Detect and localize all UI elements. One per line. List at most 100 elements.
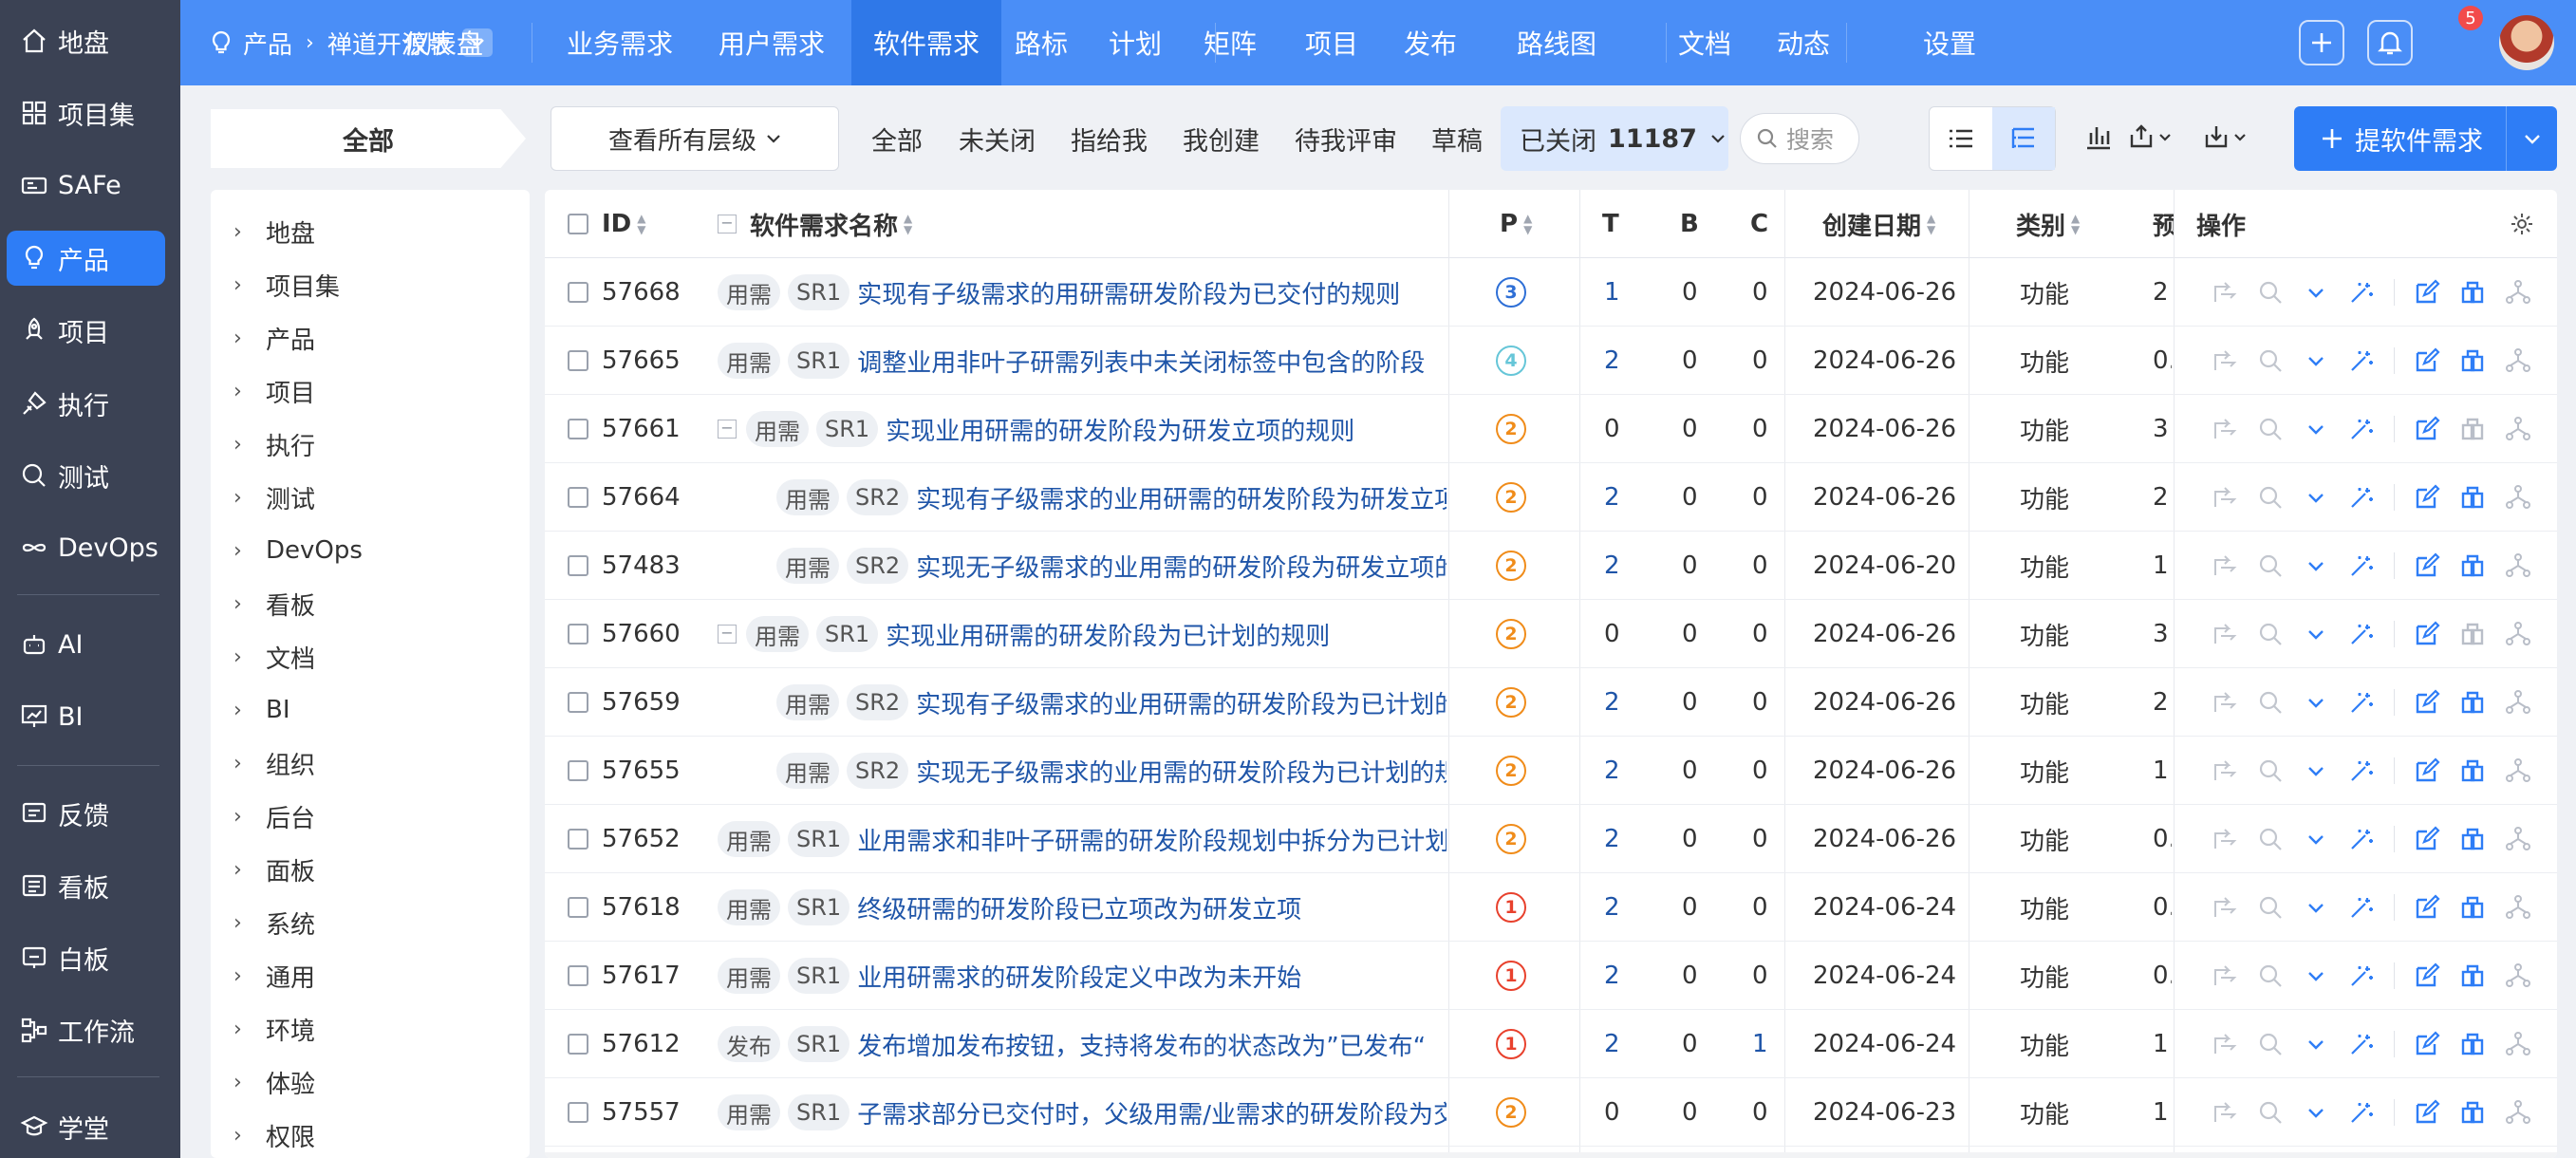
- row-tasks[interactable]: 2: [1604, 327, 1620, 395]
- more-dropdown-icon[interactable]: [2303, 416, 2329, 442]
- story-title-link[interactable]: 实现有子级需求的业用研需的研发阶段为研发立项: [916, 480, 1447, 515]
- row-checkbox[interactable]: [568, 327, 588, 395]
- table-row[interactable]: 57668 用需 SR1 实现有子级需求的用研需研发阶段为已交付的规则 3 1 …: [545, 258, 2557, 327]
- change-icon[interactable]: [2212, 484, 2238, 511]
- list-view-button[interactable]: [1930, 107, 1992, 170]
- table-row[interactable]: 57483 用需 SR2 实现无子级需求的业用需的研发阶段为研发立项的 2 2 …: [545, 532, 2557, 600]
- review-icon[interactable]: [2257, 1031, 2284, 1057]
- tree-item-17[interactable]: › 权限: [233, 1109, 315, 1158]
- tree-item-0[interactable]: › 地盘: [233, 205, 315, 258]
- row-tasks[interactable]: 2: [1604, 805, 1620, 873]
- avatar[interactable]: [2499, 15, 2554, 70]
- change-icon[interactable]: [2212, 552, 2238, 579]
- copy-icon[interactable]: [2459, 347, 2486, 374]
- table-row[interactable]: 57617 用需 SR1 业用研需求的研发阶段定义中改为未开始 1 2 0 0 …: [545, 942, 2557, 1010]
- row-checkbox[interactable]: [568, 1078, 588, 1147]
- story-title-link[interactable]: 业用需求和非叶子研需的研发阶段规划中拆分为已计划: [857, 822, 1447, 857]
- edit-icon[interactable]: [2414, 962, 2440, 989]
- review-icon[interactable]: [2257, 347, 2284, 374]
- nav-tab-1[interactable]: 业务需求: [553, 0, 686, 85]
- edit-icon[interactable]: [2414, 826, 2440, 852]
- collapse-icon[interactable]: −: [718, 420, 737, 439]
- add-button[interactable]: [2299, 20, 2344, 65]
- magic-icon[interactable]: [2348, 552, 2375, 579]
- table-row[interactable]: 57660 − 用需 SR1 实现业用研需的研发阶段为已计划的规则 2 0 0 …: [545, 600, 2557, 668]
- sidebar-item-2[interactable]: SAFe: [7, 158, 165, 213]
- review-icon[interactable]: [2257, 552, 2284, 579]
- change-icon[interactable]: [2212, 279, 2238, 306]
- notification-button[interactable]: [2367, 20, 2413, 65]
- tree-item-15[interactable]: › 环境: [233, 1002, 315, 1055]
- filter-tab-5[interactable]: 草稿: [1431, 106, 1483, 171]
- edit-icon[interactable]: [2414, 689, 2440, 716]
- sidebar-item-7[interactable]: DevOps: [7, 520, 165, 575]
- split-icon[interactable]: [2505, 689, 2531, 716]
- change-icon[interactable]: [2212, 347, 2238, 374]
- split-icon[interactable]: [2505, 621, 2531, 647]
- row-tasks[interactable]: 1: [1604, 258, 1620, 327]
- filter-tab-2[interactable]: 指给我: [1071, 106, 1148, 171]
- tree-item-12[interactable]: › 面板: [233, 843, 315, 896]
- sidebar-item-1[interactable]: 项目集: [7, 85, 165, 140]
- sidebar-item-9[interactable]: BI: [7, 689, 165, 744]
- tree-item-14[interactable]: › 通用: [233, 949, 315, 1002]
- filter-tab-3[interactable]: 我创建: [1183, 106, 1260, 171]
- tree-item-8[interactable]: › 文档: [233, 630, 315, 683]
- row-tasks[interactable]: 2: [1604, 1010, 1620, 1078]
- tree-item-10[interactable]: › 组织: [233, 737, 315, 790]
- tree-item-13[interactable]: › 系统: [233, 896, 315, 949]
- story-title-link[interactable]: 业用研需求的研发阶段定义中改为未开始: [857, 959, 1301, 994]
- edit-icon[interactable]: [2414, 894, 2440, 921]
- sidebar-item-12[interactable]: 白板: [7, 930, 165, 985]
- nav-tab-4[interactable]: 路标: [1007, 0, 1075, 85]
- nav-tab-6[interactable]: 矩阵: [1196, 0, 1264, 85]
- nav-tab-5[interactable]: 计划: [1101, 0, 1169, 85]
- sidebar-item-6[interactable]: 测试: [7, 448, 165, 503]
- split-icon[interactable]: [2505, 894, 2531, 921]
- row-checkbox[interactable]: [568, 873, 588, 942]
- column-id[interactable]: ID ▲ ▼: [602, 190, 646, 258]
- table-row[interactable]: 57618 用需 SR1 终级研需的研发阶段已立项改为研发立项 1 2 0 0 …: [545, 873, 2557, 942]
- search-input[interactable]: 搜索: [1740, 113, 1859, 164]
- tree-item-5[interactable]: › 测试: [233, 471, 315, 524]
- story-title-link[interactable]: 实现无子级需求的业用需的研发阶段为已计划的规: [916, 754, 1447, 789]
- tree-item-7[interactable]: › 看板: [233, 577, 315, 630]
- collapse-all-icon[interactable]: −: [718, 215, 737, 233]
- review-icon[interactable]: [2257, 689, 2284, 716]
- change-icon[interactable]: [2212, 416, 2238, 442]
- nav-tab-10[interactable]: 文档: [1671, 0, 1739, 85]
- magic-icon[interactable]: [2348, 689, 2375, 716]
- row-cases[interactable]: 1: [1752, 1010, 1768, 1078]
- column-category[interactable]: 类别 ▲ ▼: [2016, 190, 2080, 258]
- story-title-link[interactable]: 实现无子级需求的业用需的研发阶段为研发立项的: [916, 549, 1447, 584]
- story-title-link[interactable]: 实现有子级需求的业用研需的研发阶段为已计划的: [916, 685, 1447, 720]
- tree-item-4[interactable]: › 执行: [233, 418, 315, 471]
- split-icon[interactable]: [2505, 552, 2531, 579]
- copy-icon[interactable]: [2459, 1099, 2486, 1126]
- nav-tab-2[interactable]: 用户需求: [705, 0, 838, 85]
- row-checkbox[interactable]: [568, 463, 588, 532]
- table-row[interactable]: 57612 发布 SR1 发布增加发布按钮，支持将发布的状态改为”已发布“ 1 …: [545, 1010, 2557, 1078]
- change-icon[interactable]: [2212, 962, 2238, 989]
- magic-icon[interactable]: [2348, 826, 2375, 852]
- more-dropdown-icon[interactable]: [2303, 552, 2329, 579]
- filter-tab-4[interactable]: 待我评审: [1295, 106, 1397, 171]
- row-tasks[interactable]: 2: [1604, 463, 1620, 532]
- more-dropdown-icon[interactable]: [2303, 1099, 2329, 1126]
- split-icon[interactable]: [2505, 1031, 2531, 1057]
- table-row[interactable]: 57664 用需 SR2 实现有子级需求的业用研需的研发阶段为研发立项 2 2 …: [545, 463, 2557, 532]
- nav-tab-11[interactable]: 动态: [1769, 0, 1838, 85]
- nav-tab-8[interactable]: 发布: [1396, 0, 1465, 85]
- tree-item-3[interactable]: › 项目: [233, 364, 315, 418]
- column-priority[interactable]: P ▲ ▼: [1500, 190, 1532, 258]
- row-tasks[interactable]: 2: [1604, 737, 1620, 805]
- row-checkbox[interactable]: [568, 668, 588, 737]
- create-story-button[interactable]: 提软件需求: [2294, 106, 2557, 171]
- edit-icon[interactable]: [2414, 416, 2440, 442]
- sidebar-item-11[interactable]: 看板: [7, 858, 165, 913]
- filter-tab-0[interactable]: 全部: [871, 106, 923, 171]
- more-dropdown-icon[interactable]: [2303, 347, 2329, 374]
- table-row[interactable]: 57557 用需 SR1 子需求部分已交付时，父级用需/业需求的研发阶段为交 2…: [545, 1078, 2557, 1147]
- chevron-down-icon[interactable]: [2524, 134, 2541, 144]
- copy-icon[interactable]: [2459, 279, 2486, 306]
